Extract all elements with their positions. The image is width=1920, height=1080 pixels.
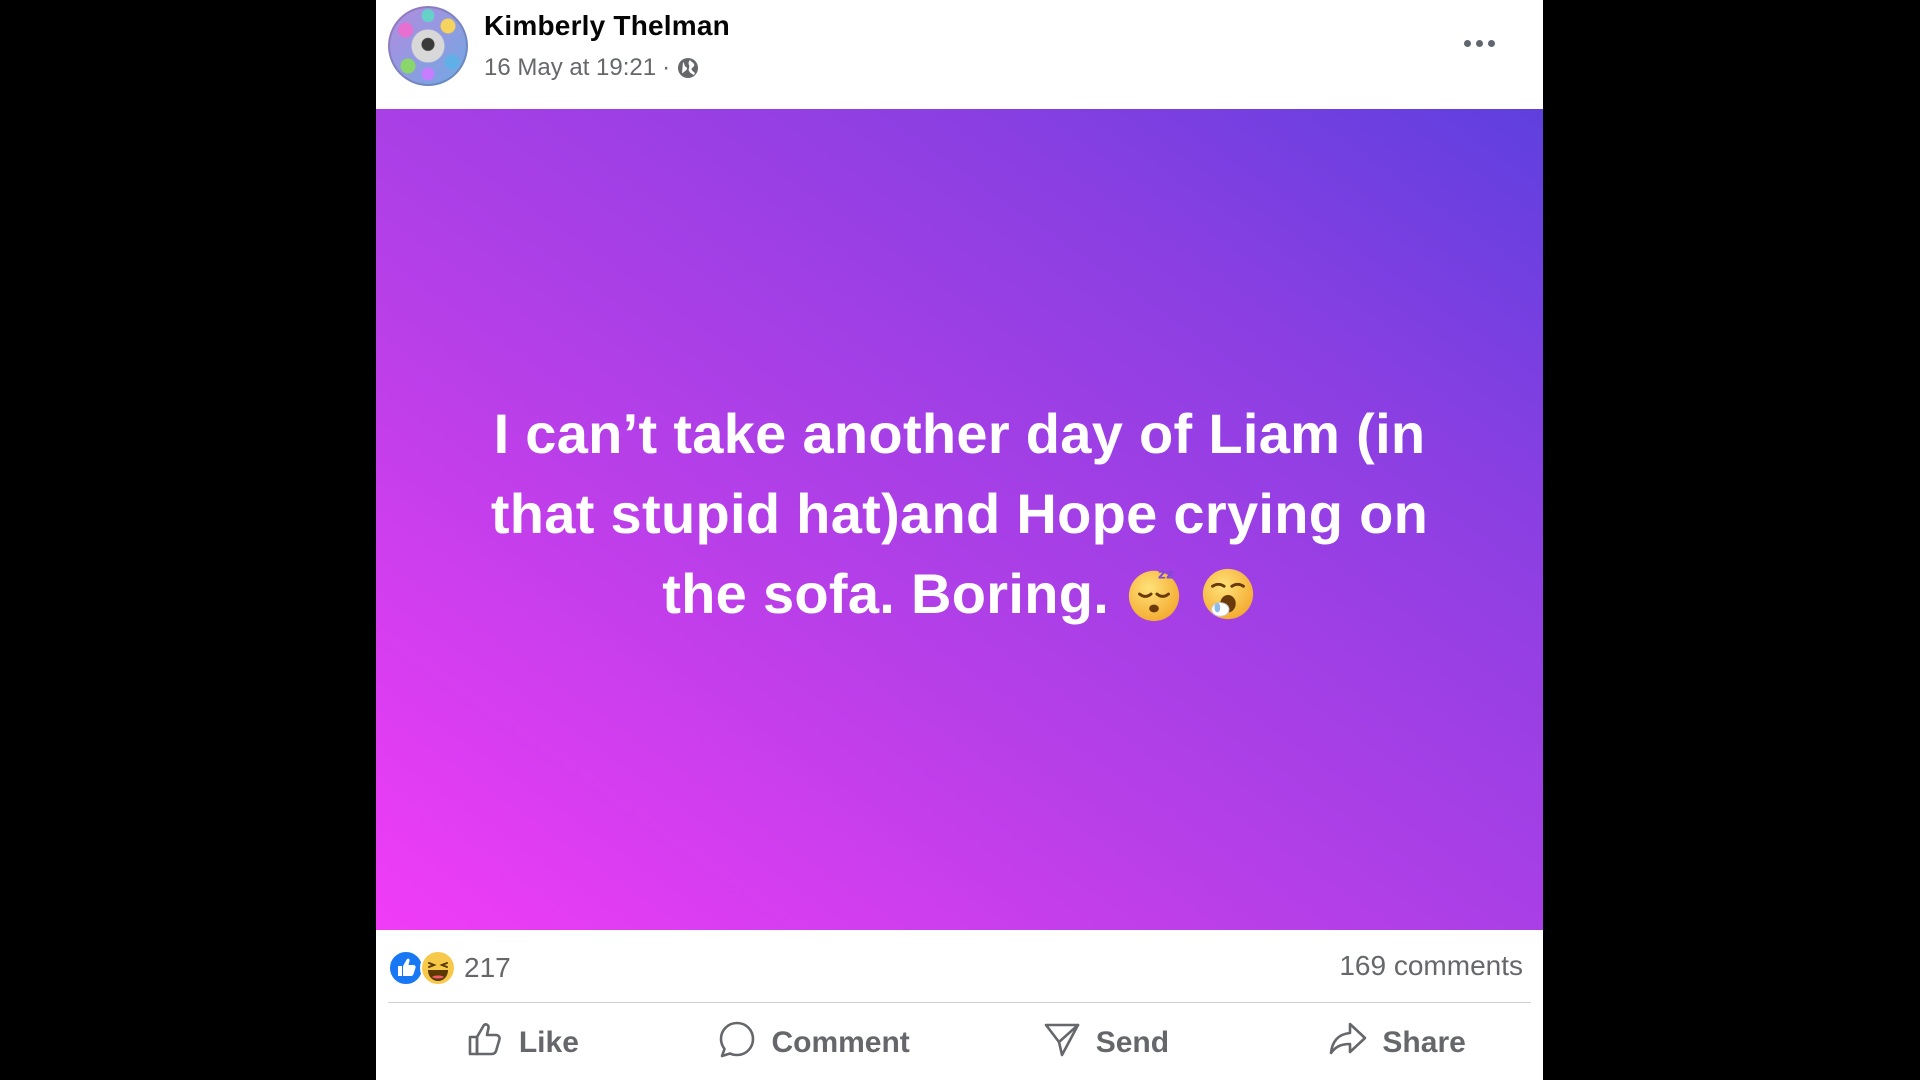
post-text: I can’t take another day of Liam (in tha… [490,401,1429,625]
send-button[interactable]: Send [960,1012,1252,1074]
more-options-button[interactable] [1459,26,1499,60]
yawning-face-emoji [1199,564,1257,622]
share-label: Share [1382,1026,1466,1059]
more-dot [1475,39,1483,47]
post-actions: Like Comment Send Share [376,1012,1543,1074]
globe-icon[interactable] [676,56,700,80]
share-button[interactable]: Share [1251,1012,1543,1074]
like-reaction-icon [388,950,424,986]
send-label: Send [1095,1026,1170,1059]
post-content: I can’t take another day of Liam (in tha… [460,394,1460,634]
svg-text:zz: zz [1158,566,1174,582]
sleeping-face-emoji: zz [1125,564,1183,622]
post-header: Kimberly Thelman 16 May at 19:21 · [376,0,1543,109]
more-horizontal-icon [1463,39,1471,47]
comments-count[interactable]: 169 comments [1339,950,1523,982]
post-timestamp[interactable]: 16 May at 19:21 [484,54,656,82]
send-icon [1042,1019,1082,1067]
divider [388,1002,1531,1003]
post-stats: 217 169 comments [376,930,1543,1000]
author-name[interactable]: Kimberly Thelman [484,10,730,42]
reaction-count: 217 [464,952,511,983]
reactions-summary[interactable]: 217 [388,948,511,988]
thumbs-up-icon [465,1019,505,1067]
post-meta: 16 May at 19:21 · [484,54,700,82]
share-icon [1328,1019,1368,1067]
comment-button[interactable]: Comment [668,1012,960,1074]
haha-reaction-icon [420,950,456,986]
screen: Kimberly Thelman 16 May at 19:21 · I can… [0,0,1920,1080]
facebook-post: Kimberly Thelman 16 May at 19:21 · I can… [376,0,1543,1080]
comment-icon [717,1019,757,1067]
post-background: I can’t take another day of Liam (in tha… [376,109,1543,930]
like-label: Like [518,1026,579,1059]
author-avatar[interactable] [388,6,468,86]
meta-separator: · [662,54,671,81]
more-dot [1487,39,1495,47]
comment-label: Comment [771,1026,910,1059]
like-button[interactable]: Like [376,1012,668,1074]
